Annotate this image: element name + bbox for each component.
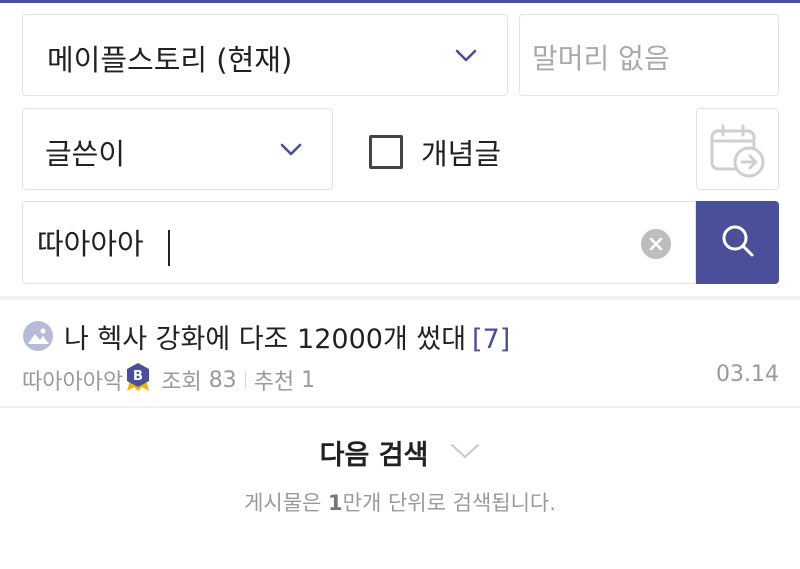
note-prefix: 게시물은 bbox=[244, 491, 329, 515]
board-select[interactable]: 메이플스토리 (현재) bbox=[22, 14, 508, 96]
search-unit-note: 게시물은 1만개 단위로 검색됩니다. bbox=[0, 487, 800, 517]
note-suffix: 만개 단위로 검색됩니다. bbox=[342, 491, 556, 515]
list-divider bbox=[0, 406, 800, 408]
recommend-label: 추천 bbox=[253, 370, 295, 395]
views-label: 조회 bbox=[161, 370, 202, 395]
badge-icon: B bbox=[125, 362, 151, 398]
post-meta: 따아아아악 B 조회 83 추천 1 bbox=[22, 362, 315, 398]
search-icon bbox=[720, 223, 756, 263]
concept-post-checkbox[interactable] bbox=[369, 135, 403, 169]
search-field-select[interactable]: 글쓴이 bbox=[22, 108, 333, 190]
clear-icon[interactable] bbox=[641, 229, 671, 259]
chevron-down-icon bbox=[455, 48, 477, 67]
post-author[interactable]: 따아아아악 bbox=[22, 364, 123, 396]
search-input[interactable] bbox=[37, 222, 627, 262]
post-date: 03.14 bbox=[716, 362, 779, 387]
post-title-row[interactable]: 나 헥사 강화에 다조 12000개 썼대 [7] bbox=[64, 317, 510, 356]
badge-letter: B bbox=[133, 369, 143, 384]
prefix-select[interactable]: 말머리 없음 bbox=[519, 14, 779, 96]
views-count: 83 bbox=[208, 367, 237, 393]
search-field-value: 글쓴이 bbox=[45, 137, 126, 171]
chevron-down-icon bbox=[450, 442, 480, 464]
recommend-count: 1 bbox=[301, 367, 316, 393]
next-search-label: 다음 검색 bbox=[319, 440, 429, 471]
image-placeholder-icon bbox=[22, 320, 54, 356]
top-accent-line bbox=[0, 0, 800, 3]
board-select-value: 메이플스토리 (현재) bbox=[47, 43, 293, 77]
note-strong: 1 bbox=[328, 491, 343, 515]
search-box bbox=[22, 201, 696, 284]
prefix-placeholder: 말머리 없음 bbox=[532, 42, 670, 75]
comment-count: [7] bbox=[472, 324, 511, 355]
post-title: 나 헥사 강화에 다조 12000개 썼대 bbox=[64, 324, 467, 355]
concept-post-checkbox-row[interactable]: 개념글 bbox=[369, 131, 501, 173]
chevron-down-icon bbox=[280, 142, 302, 161]
concept-post-label: 개념글 bbox=[421, 137, 502, 171]
calendar-arrow-icon bbox=[709, 122, 767, 184]
list-item[interactable]: 나 헥사 강화에 다조 12000개 썼대 [7] 따아아아악 B 조회 83 추… bbox=[0, 300, 800, 406]
next-search-button[interactable]: 다음 검색 bbox=[0, 433, 800, 472]
text-caret bbox=[168, 230, 170, 266]
search-button[interactable] bbox=[696, 201, 779, 284]
date-search-button[interactable] bbox=[696, 108, 779, 190]
meta-separator bbox=[244, 371, 246, 389]
